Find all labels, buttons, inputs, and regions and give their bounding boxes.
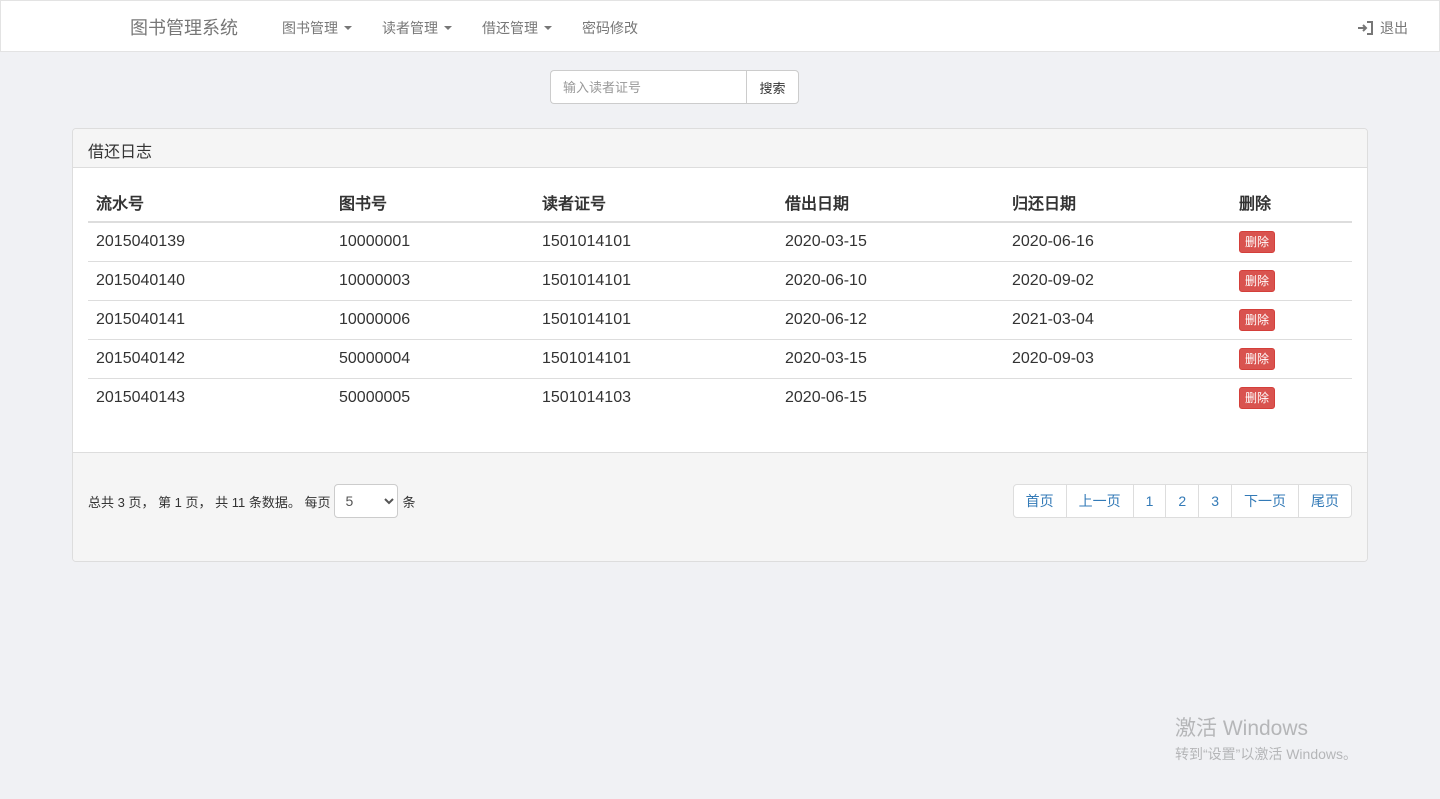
- pagination: 首页 上一页 1 2 3 下一页 尾页: [1012, 484, 1352, 518]
- watermark-title: 激活 Windows: [1175, 717, 1309, 740]
- table-row: 2015040142 50000004 1501014101 2020-03-1…: [88, 339, 1352, 379]
- table-row: 2015040141 10000006 1501014101 2020-06-1…: [88, 300, 1352, 340]
- delete-button[interactable]: 删除: [1239, 308, 1276, 331]
- search-button[interactable]: 搜索: [746, 70, 799, 104]
- per-page-suffix: 条: [402, 494, 416, 510]
- borrow-date: 2020-06-10: [777, 261, 1004, 301]
- table-row: 2015040140 10000003 1501014101 2020-06-1…: [88, 261, 1352, 301]
- nav-borrow-management[interactable]: 借还管理: [482, 18, 552, 38]
- serial-number: 2015040143: [96, 388, 185, 406]
- return-date: [1004, 378, 1231, 417]
- book-id: 10000001: [331, 222, 534, 262]
- page-next[interactable]: 下一页: [1231, 484, 1299, 518]
- column-header: 流水号: [88, 183, 331, 223]
- caret-down-icon: [344, 26, 352, 30]
- page-prev[interactable]: 上一页: [1065, 484, 1134, 518]
- panel-footer: 总共 3 页， 第 1 页， 共 11 条数据。 每页 5 条 首页 上一页 1…: [73, 452, 1367, 561]
- column-header: 删除: [1231, 183, 1352, 223]
- reader-id: 1501014101: [534, 300, 777, 340]
- pagination-info: 总共 3 页， 第 1 页， 共 11 条数据。 每页 5 条: [88, 484, 415, 518]
- delete-button[interactable]: 删除: [1239, 386, 1276, 409]
- serial-number: 2015040140: [88, 261, 331, 301]
- column-header: 借出日期: [777, 183, 1004, 223]
- column-header: 归还日期: [1004, 183, 1231, 223]
- page-first[interactable]: 首页: [1012, 484, 1067, 518]
- column-header: 图书号: [331, 183, 534, 223]
- nav-password-change[interactable]: 密码修改: [582, 18, 638, 38]
- nav-label: 借还管理: [482, 20, 538, 36]
- borrow-date: 2020-06-12: [777, 300, 1004, 340]
- book-id: 50000004: [331, 339, 534, 379]
- borrow-log-panel: 借还日志 流水号 图书号 读者证号 借出日期 归还日期 删除 201504013…: [72, 128, 1368, 562]
- nav-label: 读者管理: [382, 20, 438, 36]
- table-row: 2015040139 10000001 1501014101 2020-03-1…: [88, 222, 1352, 262]
- caret-down-icon: [544, 26, 552, 30]
- column-header: 读者证号: [534, 183, 777, 223]
- watermark-subtitle: 转到“设置”以激活 Windows。: [1175, 746, 1358, 762]
- return-date: 2020-06-16: [1004, 222, 1231, 262]
- pagination-summary: 总共 3 页， 第 1 页， 共 11 条数据。 每页: [88, 494, 331, 510]
- reader-id: 1501014101: [534, 222, 777, 262]
- reader-id: 1501014103: [542, 388, 631, 406]
- page-1[interactable]: 1: [1132, 484, 1167, 518]
- windows-activation-watermark: 激活 Windows 转到“设置”以激活 Windows。: [1175, 712, 1357, 764]
- page-2[interactable]: 2: [1165, 484, 1200, 518]
- borrow-date: 2020-03-15: [777, 339, 1004, 379]
- book-id: 50000005: [339, 388, 411, 406]
- navbar: 图书管理系统 图书管理 读者管理 借还管理 密码修改 退出: [0, 0, 1440, 52]
- nav-book-management[interactable]: 图书管理: [282, 18, 352, 38]
- nav-label: 密码修改: [582, 20, 638, 36]
- logout-label: 退出: [1380, 20, 1408, 36]
- serial-number: 2015040142: [88, 339, 331, 379]
- serial-number: 2015040139: [88, 222, 331, 262]
- return-date: 2020-09-02: [1004, 261, 1231, 301]
- book-id: 10000006: [331, 300, 534, 340]
- logout-link[interactable]: 退出: [1358, 18, 1408, 38]
- table-row: 2015040143 50000005 1501014103 2020-06-1…: [88, 378, 1352, 417]
- borrow-log-table: 流水号 图书号 读者证号 借出日期 归还日期 删除 2015040139 100…: [88, 183, 1352, 417]
- nav-reader-management[interactable]: 读者管理: [382, 18, 452, 38]
- caret-down-icon: [444, 26, 452, 30]
- return-date: 2020-09-03: [1004, 339, 1231, 379]
- borrow-date: 2020-06-15: [785, 388, 867, 406]
- delete-button[interactable]: 删除: [1239, 269, 1276, 292]
- page-3[interactable]: 3: [1198, 484, 1232, 518]
- serial-number: 2015040141: [88, 300, 331, 340]
- delete-button[interactable]: 删除: [1239, 230, 1276, 253]
- panel-body: 流水号 图书号 读者证号 借出日期 归还日期 删除 2015040139 100…: [73, 168, 1367, 452]
- reader-id: 1501014101: [534, 261, 777, 301]
- table-header-row: 流水号 图书号 读者证号 借出日期 归还日期 删除: [88, 183, 1352, 223]
- page-last[interactable]: 尾页: [1298, 484, 1352, 518]
- search-form: 搜索: [550, 70, 799, 104]
- brand-title[interactable]: 图书管理系统: [130, 14, 238, 40]
- delete-button[interactable]: 删除: [1239, 347, 1276, 370]
- borrow-date: 2020-03-15: [777, 222, 1004, 262]
- log-in-icon: [1358, 21, 1373, 35]
- book-id: 10000003: [331, 261, 534, 301]
- reader-id: 1501014101: [534, 339, 777, 379]
- nav-label: 图书管理: [282, 20, 338, 36]
- reader-id-search-input[interactable]: [550, 70, 746, 104]
- per-page-select[interactable]: 5: [334, 484, 399, 518]
- return-date: 2021-03-04: [1004, 300, 1231, 340]
- panel-title: 借还日志: [73, 129, 1367, 168]
